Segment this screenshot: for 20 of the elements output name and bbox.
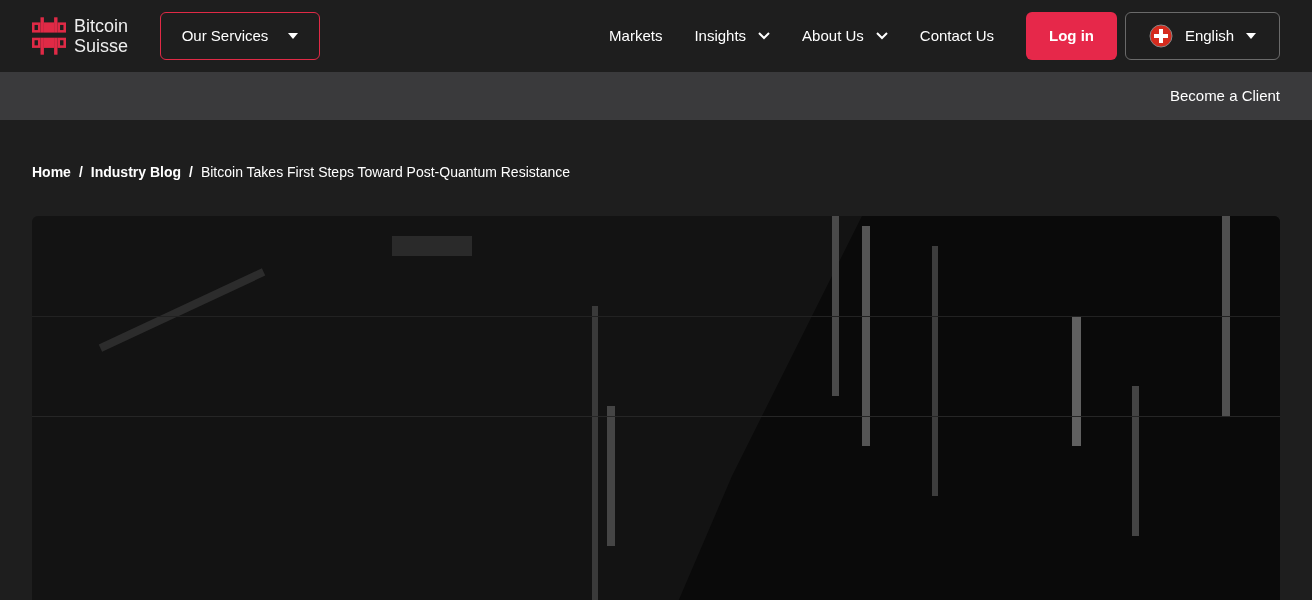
- chevron-down-icon: [875, 32, 888, 40]
- nav-link[interactable]: Markets: [609, 24, 663, 48]
- breadcrumb-separator: /: [189, 163, 193, 182]
- breadcrumb-current: Bitcoin Takes First Steps Toward Post-Quantum Resistance: [200, 163, 570, 182]
- caret-icon: [288, 33, 299, 39]
- breadcrumb-link[interactable]: Home: [32, 162, 71, 183]
- logo-icon[interactable]: [32, 17, 66, 55]
- nav-dropdown[interactable]: About Us: [802, 24, 888, 48]
- language-selector[interactable]: English: [1125, 12, 1280, 60]
- nav-link[interactable]: Contact Us: [919, 24, 994, 48]
- logo-text[interactable]: Bitcoin Suisse: [74, 16, 129, 56]
- our-services-button[interactable]: Our Services: [160, 12, 321, 60]
- login-button[interactable]: Log in: [1026, 12, 1117, 60]
- swiss-flag-icon: [1148, 24, 1173, 48]
- nav-dropdown[interactable]: Insights: [694, 24, 771, 48]
- breadcrumb-link[interactable]: Industry Blog: [90, 162, 182, 183]
- breadcrumb-separator: /: [78, 163, 83, 182]
- caret-icon: [1246, 33, 1257, 39]
- chevron-down-icon: [758, 32, 771, 40]
- become-client-link[interactable]: Become a Client: [1169, 84, 1280, 108]
